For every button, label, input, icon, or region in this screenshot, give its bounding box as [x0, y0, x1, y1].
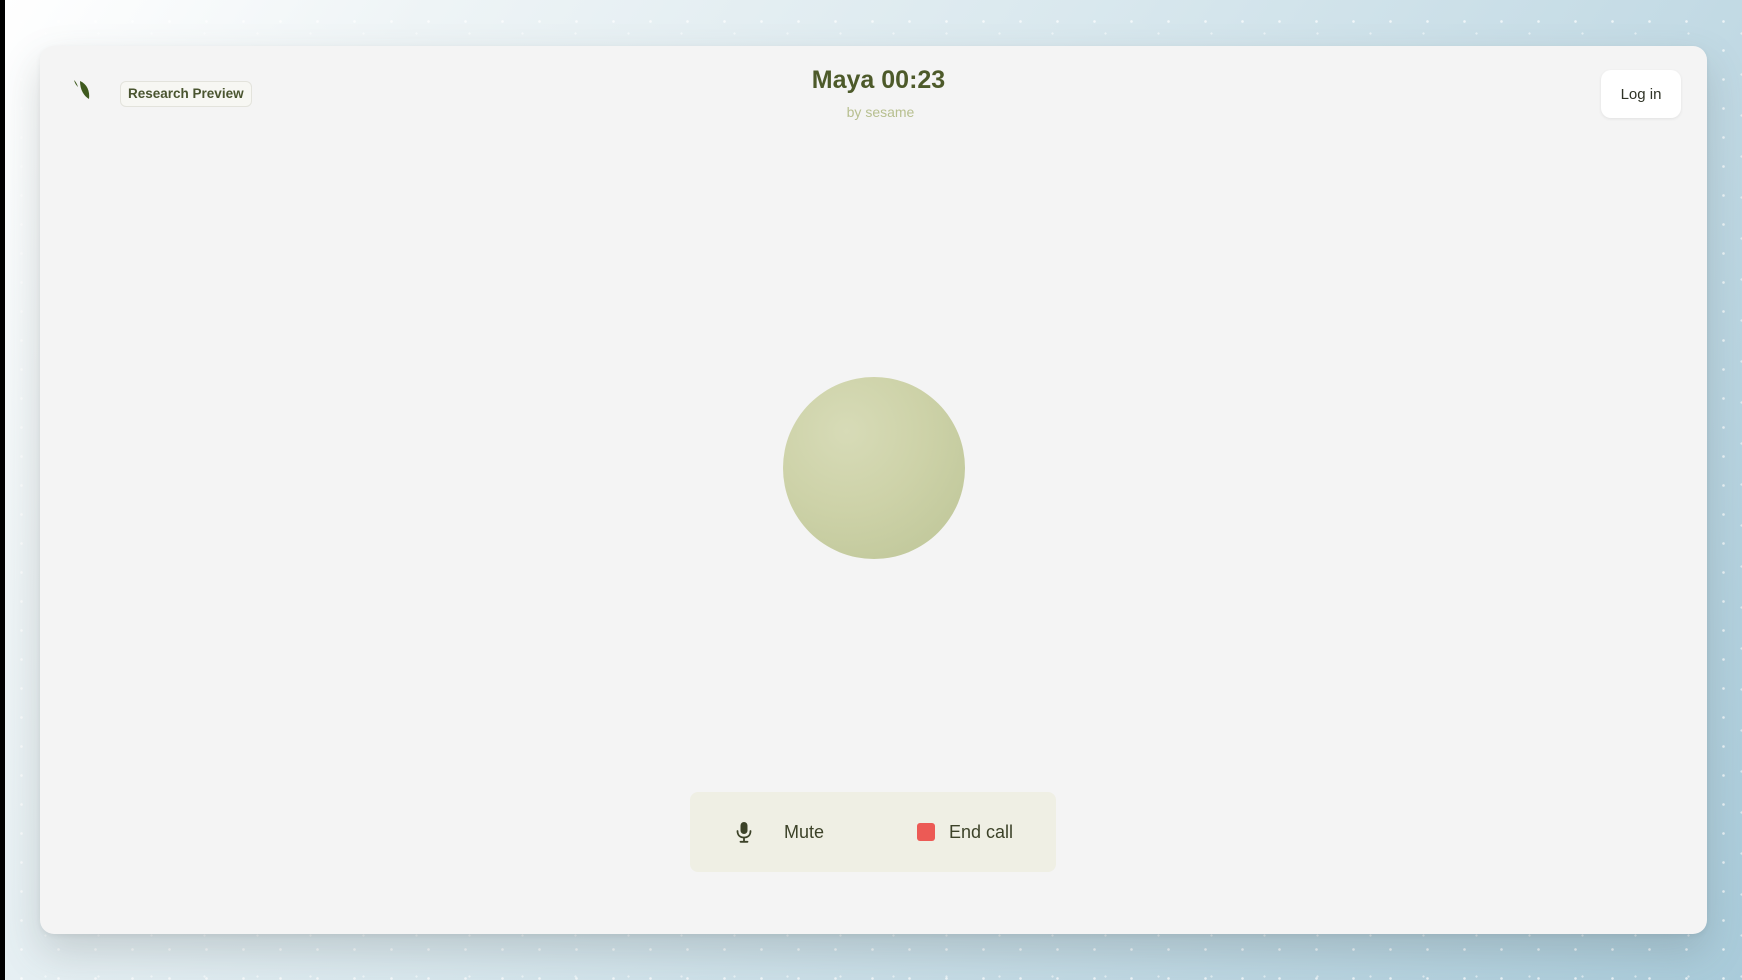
- call-window: Research Preview Maya 00:23 by sesame Lo…: [40, 46, 1707, 934]
- stop-square-icon: [917, 823, 935, 841]
- microphone-icon: [736, 822, 752, 843]
- mute-button[interactable]: Mute: [736, 820, 824, 844]
- end-call-button[interactable]: End call: [917, 820, 1013, 844]
- page-subtitle: by sesame: [846, 104, 915, 120]
- login-button[interactable]: Log in: [1601, 70, 1681, 118]
- mute-label: Mute: [784, 821, 825, 842]
- call-controls: Mute End call: [690, 792, 1056, 872]
- page-title: Maya 00:23: [811, 66, 946, 94]
- end-call-label: End call: [949, 821, 1014, 842]
- voice-orb: [783, 377, 965, 559]
